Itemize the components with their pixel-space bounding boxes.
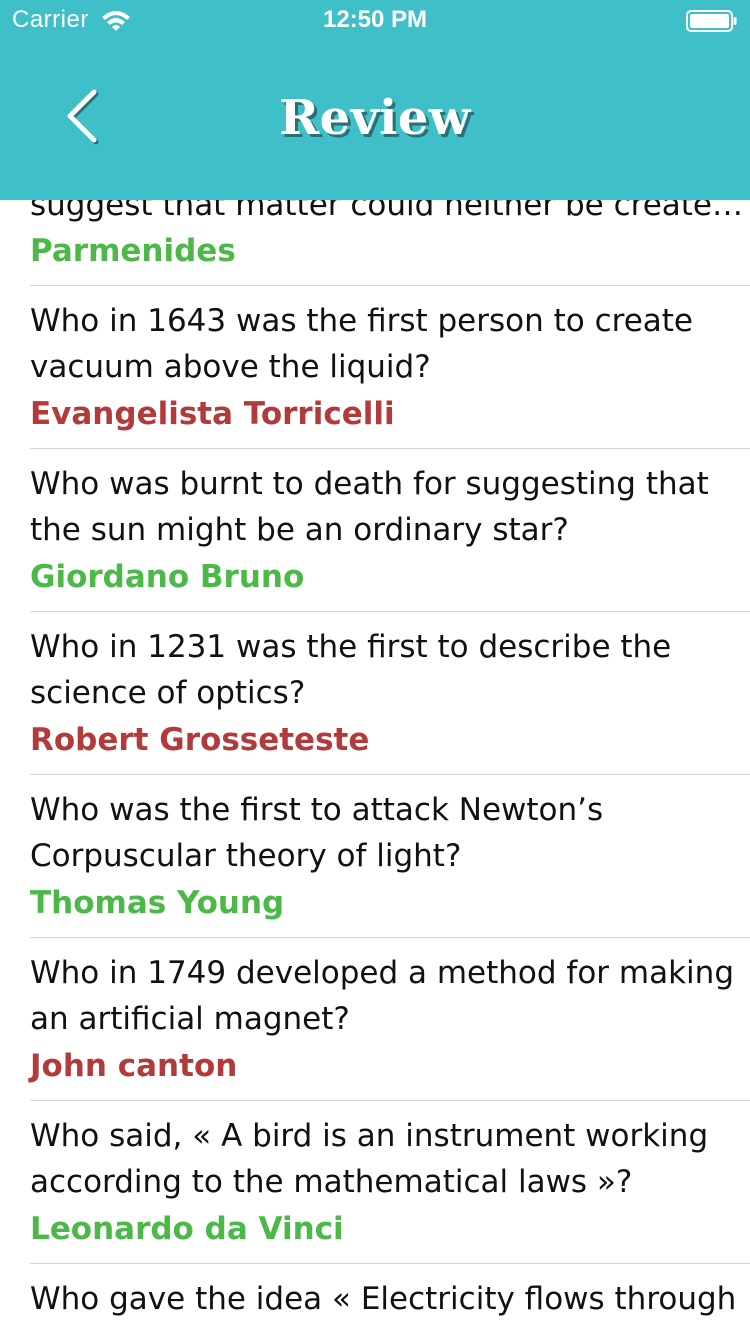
question-text: vacuum above the liquid? xyxy=(30,349,431,385)
question-text: Who was the first to attack Newton’s xyxy=(30,792,604,828)
clock: 12:50 PM xyxy=(322,6,428,33)
answer-text: Giordano Bruno xyxy=(30,559,305,595)
list-divider xyxy=(30,1100,750,1101)
question-text: Who in 1749 developed a method for makin… xyxy=(30,955,734,991)
navigation-bar: Carrier 12:50 PM Review xyxy=(0,0,750,200)
answer-text: Thomas Young xyxy=(30,885,285,921)
answer-text: Robert Grosseteste xyxy=(30,722,370,758)
list-divider xyxy=(30,774,750,775)
question-text: Corpuscular theory of light? xyxy=(30,838,462,874)
question-text: Who in 1231 was the first to describe th… xyxy=(30,629,672,665)
list-divider xyxy=(30,285,750,286)
question-text: an artificial magnet? xyxy=(30,1001,350,1037)
question-text: Who was burnt to death for suggesting th… xyxy=(30,466,709,502)
list-divider xyxy=(30,448,750,449)
list-divider xyxy=(30,937,750,938)
answer-text: Evangelista Torricelli xyxy=(30,396,395,432)
battery-icon xyxy=(686,10,737,32)
review-screen: suggest that matter could neither be cre… xyxy=(0,0,750,1334)
answer-text: Parmenides xyxy=(30,233,236,269)
question-text: according to the mathematical laws »? xyxy=(30,1164,633,1200)
page-title: Review xyxy=(279,90,471,146)
answer-text: John canton xyxy=(30,1048,238,1084)
status-bar: Carrier 12:50 PM xyxy=(0,0,750,40)
list-divider xyxy=(30,611,750,612)
question-text: science of optics? xyxy=(30,675,306,711)
question-text: Who said, « A bird is an instrument work… xyxy=(30,1118,709,1154)
question-text: the sun might be an ordinary star? xyxy=(30,512,569,548)
question-text: Who in 1643 was the first person to crea… xyxy=(30,303,693,339)
answer-text: Leonardo da Vinci xyxy=(30,1211,344,1247)
list-divider xyxy=(30,1263,750,1264)
question-text: Who gave the idea « Electricity flows th… xyxy=(30,1281,737,1317)
